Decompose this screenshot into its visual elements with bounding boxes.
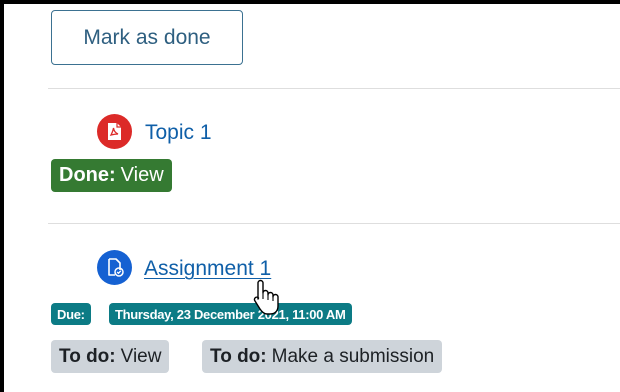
hand-pointer-icon (253, 279, 279, 315)
assignment-icon (97, 250, 132, 285)
badge-text: View (120, 345, 162, 367)
due-date-badge: Thursday, 23 December 2021, 11:00 AM (109, 303, 352, 325)
badge-text: Make a submission (271, 345, 435, 367)
pdf-icon (97, 114, 132, 149)
divider (48, 88, 620, 89)
course-content-panel: Mark as done Topic 1 Done: View Assignme… (4, 4, 620, 392)
badge-text: View (120, 164, 164, 186)
badge-prefix: Done: (59, 164, 116, 186)
completion-done-badge: Done: View (51, 159, 172, 192)
todo-view-badge: To do: View (51, 340, 170, 373)
badge-prefix: To do: (59, 345, 116, 367)
todo-submission-badge: To do: Make a submission (202, 340, 443, 373)
due-label-badge: Due: (51, 303, 91, 325)
mark-as-done-button[interactable]: Mark as done (51, 10, 243, 65)
topic-1-link[interactable]: Topic 1 (145, 121, 212, 145)
badge-prefix: To do: (210, 345, 267, 367)
divider (48, 223, 620, 224)
